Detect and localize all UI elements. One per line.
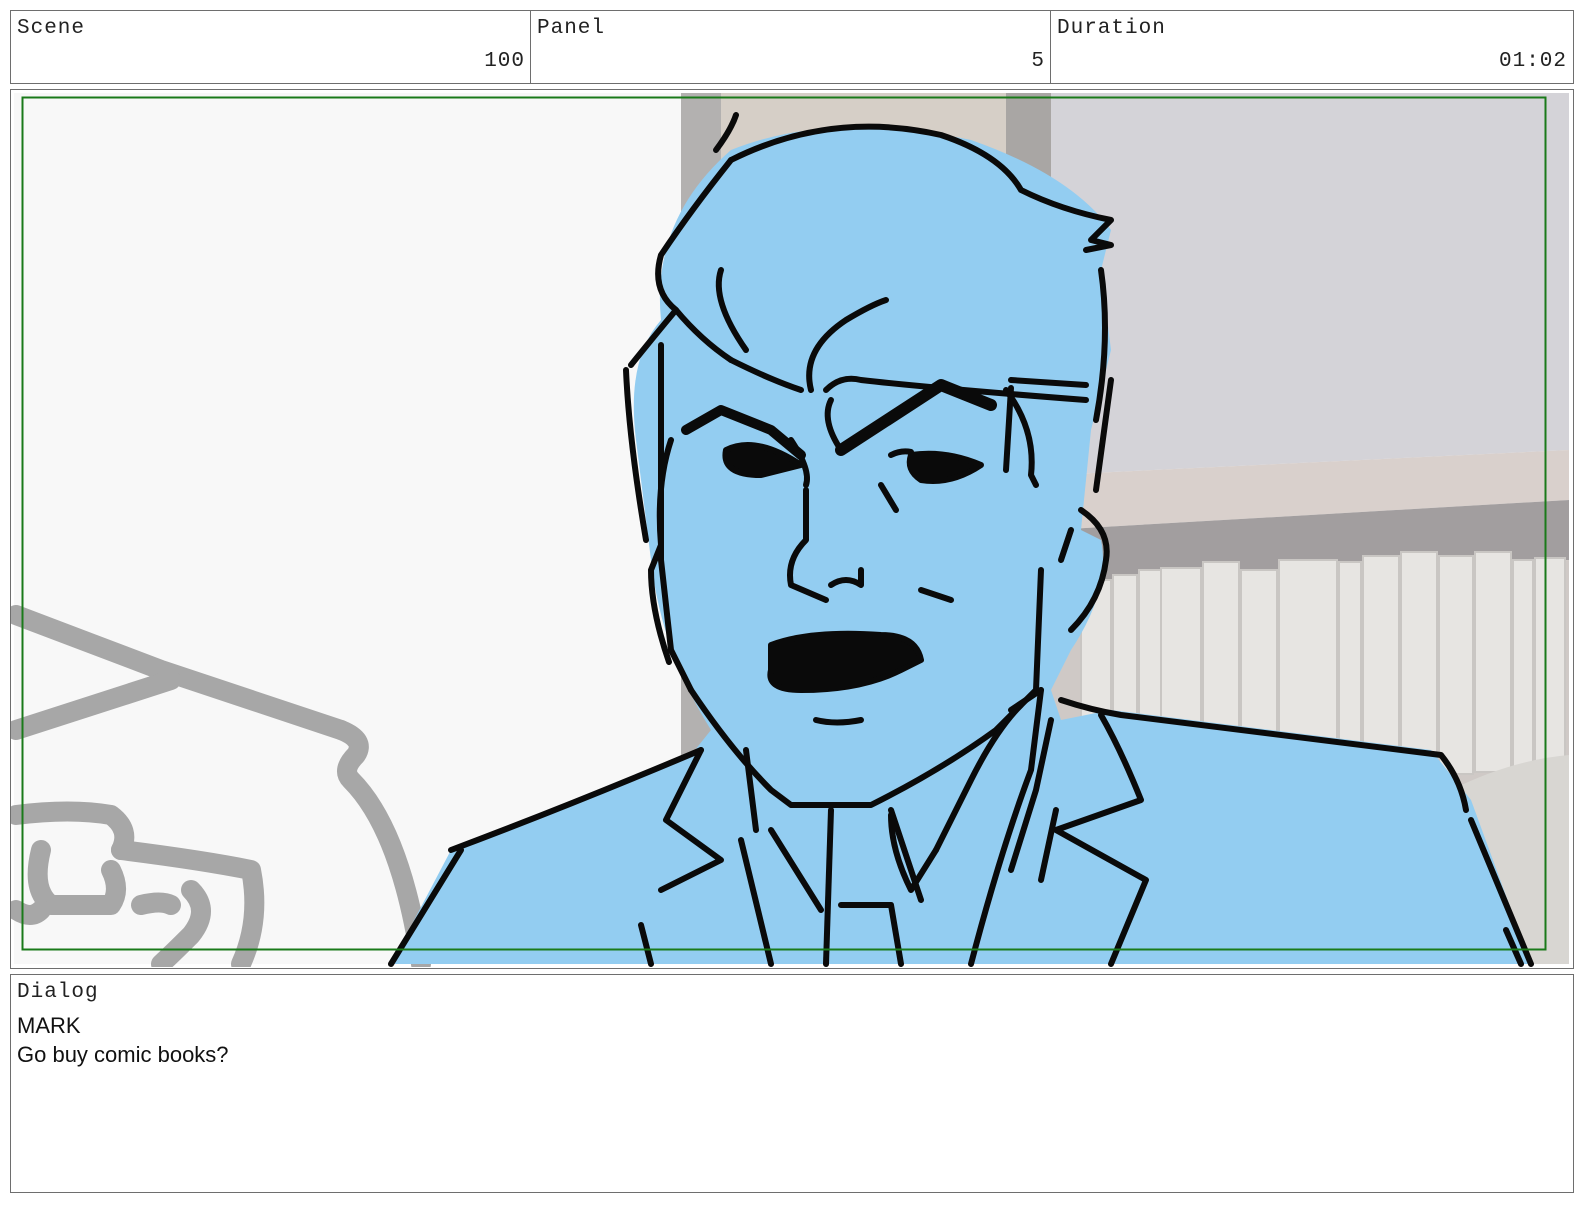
storyboard-panel[interactable]: [10, 89, 1574, 969]
duration-label: Duration: [1057, 17, 1166, 40]
scene-field: Scene 100: [10, 10, 532, 84]
panel-value[interactable]: 5: [1031, 50, 1045, 73]
panel-artwork: [11, 93, 1569, 967]
dialog-label: Dialog: [17, 981, 99, 1004]
dialog-box[interactable]: Dialog MARK Go buy comic books?: [10, 974, 1574, 1193]
dialog-line: Go buy comic books?: [17, 1042, 229, 1067]
scene-label: Scene: [17, 17, 86, 40]
duration-value[interactable]: 01:02: [1499, 50, 1567, 73]
panel-label: Panel: [537, 17, 606, 40]
panel-field: Panel 5: [530, 10, 1052, 84]
shelf-upper: [1051, 93, 1569, 475]
scene-value[interactable]: 100: [484, 50, 525, 73]
duration-field: Duration 01:02: [1050, 10, 1574, 84]
dialog-character: MARK: [17, 1013, 81, 1038]
